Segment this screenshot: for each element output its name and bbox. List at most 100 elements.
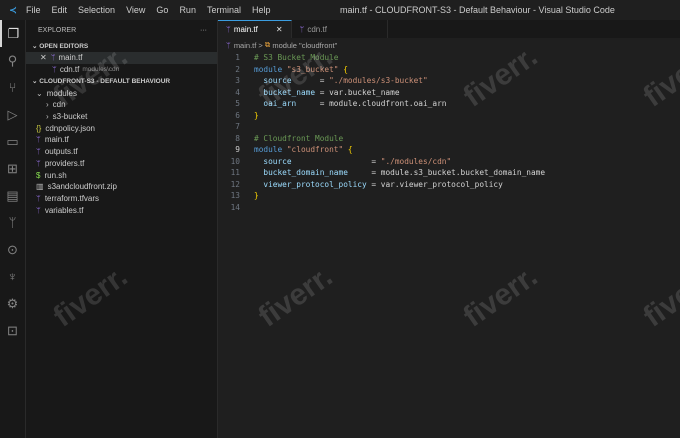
menu-go[interactable]: Go (156, 5, 168, 15)
remote-explorer-icon[interactable]: ▭ (0, 128, 25, 155)
terraform-file-icon: ᛘ (36, 147, 41, 157)
source-control-icon[interactable]: ⑂ (0, 74, 25, 101)
code-token: "s3_bucket" (286, 64, 344, 74)
file-label: run.sh (44, 170, 67, 180)
code-line: 4 bucket_name = var.bucket_name (218, 87, 680, 99)
code-line: 11 bucket_domain_name = module.s3_bucket… (218, 167, 680, 179)
line-number: 11 (230, 168, 240, 178)
tree-item[interactable]: ▥ s3andcloudfront.zip (26, 181, 217, 193)
explorer-sidebar: EXPLORER ··· ⌄ OPEN EDITORS ✕ ᛘ main.tf ᛘ cd… (26, 20, 218, 438)
more-actions-button[interactable]: ··· (200, 27, 207, 34)
json-file-icon: {} (36, 123, 42, 133)
terminal-icon[interactable]: ⊡ (0, 317, 25, 344)
activity-bar: ❐ ⚲ ⑂ ▷ ▭ ⊞ ▤ ᛘ ⊙ ♆ ⚙ ⊡ (0, 20, 26, 438)
code-token: # Cloudfront Module (254, 133, 344, 143)
file-label: cdnpolicy.json (45, 123, 95, 133)
terraform-file-icon: ᛘ (36, 193, 41, 203)
tab-cdn-tf[interactable]: ᛘ cdn.tf (292, 20, 388, 38)
line-number: 5 (235, 99, 240, 109)
zip-file-icon: ▥ (36, 182, 44, 192)
editor-area: ᛘ main.tf ✕ ᛘ cdn.tf ᛘ main.tf > ⧉ module "… (218, 20, 680, 438)
code-token: bucket_name (254, 87, 320, 97)
menu-edit[interactable]: Edit (52, 5, 68, 15)
terraform-file-icon: ᛘ (226, 40, 231, 50)
git-graph-icon[interactable]: ⊙ (0, 236, 25, 263)
terraform-file-icon: ᛘ (36, 158, 41, 168)
menu-help[interactable]: Help (252, 5, 271, 15)
terraform-file-icon: ᛘ (52, 65, 57, 75)
breadcrumb-separator: > (258, 40, 263, 50)
file-label: main.tf (58, 53, 83, 63)
code-token: = var.viewer_protocol_policy (371, 179, 503, 189)
tree-item[interactable]: ᛘ main.tf (26, 134, 217, 146)
open-editor-main[interactable]: ✕ ᛘ main.tf (26, 52, 217, 64)
code-token: bucket_domain_name (254, 168, 372, 178)
code-token: "cloudfront" (286, 145, 348, 155)
menu-file[interactable]: File (26, 5, 41, 15)
menu-terminal[interactable]: Terminal (207, 5, 241, 15)
terraform-file-icon: ᛘ (226, 25, 231, 34)
python-icon[interactable]: ♆ (0, 263, 25, 290)
breadcrumb-file[interactable]: main.tf (234, 41, 257, 50)
code-editor[interactable]: 1 # S3 Bucket Module 2 module "s3_bucket" {… (218, 52, 680, 213)
code-token: # S3 Bucket Module (254, 53, 339, 63)
file-label: main.tf (44, 135, 69, 145)
menu-selection[interactable]: Selection (78, 5, 115, 15)
terraform-icon[interactable]: ᛘ (0, 209, 25, 236)
extensions-icon[interactable]: ⊞ (0, 155, 25, 182)
code-token: module (254, 145, 287, 155)
section-label: CLOUDFRONT-S3 - DEFAULT BEHAVIOUR (39, 77, 171, 85)
tree-item[interactable]: {} cdnpolicy.json (26, 122, 217, 134)
chevron-icon: › (46, 100, 49, 110)
code-line: 3 source = "./modules/s3-bucket" (218, 75, 680, 87)
code-line: 10 source = "./modules/cdn" (218, 156, 680, 168)
open-editors-section[interactable]: ⌄ OPEN EDITORS (26, 40, 217, 52)
code-token: = var.bucket_name (319, 87, 400, 97)
tab-main-tf[interactable]: ᛘ main.tf ✕ (218, 20, 292, 38)
file-label: s3-bucket (52, 112, 88, 122)
vscode-logo-icon: ≺ (9, 4, 17, 15)
file-label: providers.tf (44, 158, 85, 168)
project-section[interactable]: ⌄ CLOUDFRONT-S3 - DEFAULT BEHAVIOUR (26, 75, 217, 87)
tree-item[interactable]: › cdn (26, 99, 217, 111)
tree-item[interactable]: ᛘ providers.tf (26, 158, 217, 170)
menu-view[interactable]: View (126, 5, 145, 15)
code-line: 14 (218, 202, 680, 214)
terraform-file-icon: ᛘ (36, 205, 41, 215)
tree-item[interactable]: ᛘ terraform.tfvars (26, 193, 217, 205)
explorer-icon[interactable]: ❐ (0, 20, 25, 47)
search-icon[interactable]: ⚲ (0, 47, 25, 74)
code-line: 6} (218, 110, 680, 122)
line-number: 6 (235, 110, 240, 120)
tree-item[interactable]: ᛘ outputs.tf (26, 146, 217, 158)
settings-sync-icon[interactable]: ⚙ (0, 290, 25, 317)
code-token: = module.s3_bucket.bucket_domain_name (371, 168, 546, 178)
code-token: "./modules/s3-bucket" (329, 76, 428, 86)
code-token: } (254, 110, 259, 120)
breadcrumb-symbol[interactable]: module "cloudfront" (272, 41, 337, 50)
breadcrumb: ᛘ main.tf > ⧉ module "cloudfront" (218, 38, 680, 52)
code-token: = (371, 156, 381, 166)
tree-item[interactable]: $ run.sh (26, 169, 217, 181)
code-line: 9 module "cloudfront" { (218, 144, 680, 156)
file-path-hint: modules\cdn (82, 66, 120, 74)
tab-label: main.tf (233, 25, 258, 34)
code-token: { (343, 64, 348, 74)
tree-item[interactable]: › s3-bucket (26, 111, 217, 123)
terraform-file-icon: ᛘ (50, 53, 56, 63)
code-token: { (347, 145, 353, 155)
close-tab-button[interactable]: ✕ (276, 25, 283, 34)
line-number: 8 (235, 133, 240, 143)
title-bar: ≺ File Edit Selection View Go Run Terminal Help… (0, 0, 680, 20)
close-icon[interactable]: ✕ (40, 53, 47, 62)
folder-icon[interactable]: ▤ (0, 182, 25, 209)
menu-run[interactable]: Run (179, 5, 196, 15)
line-number: 2 (235, 64, 240, 74)
tree-item[interactable]: ⌄ modules (26, 87, 217, 99)
tree-item[interactable]: ᛘ variables.tf (26, 204, 217, 216)
run-debug-icon[interactable]: ▷ (0, 101, 25, 128)
tab-bar: ᛘ main.tf ✕ ᛘ cdn.tf (218, 20, 680, 38)
code-token: "./modules/cdn" (380, 156, 452, 166)
open-editor-cdn[interactable]: ᛘ cdn.tf modules\cdn (26, 64, 217, 76)
code-token: } (254, 191, 259, 201)
